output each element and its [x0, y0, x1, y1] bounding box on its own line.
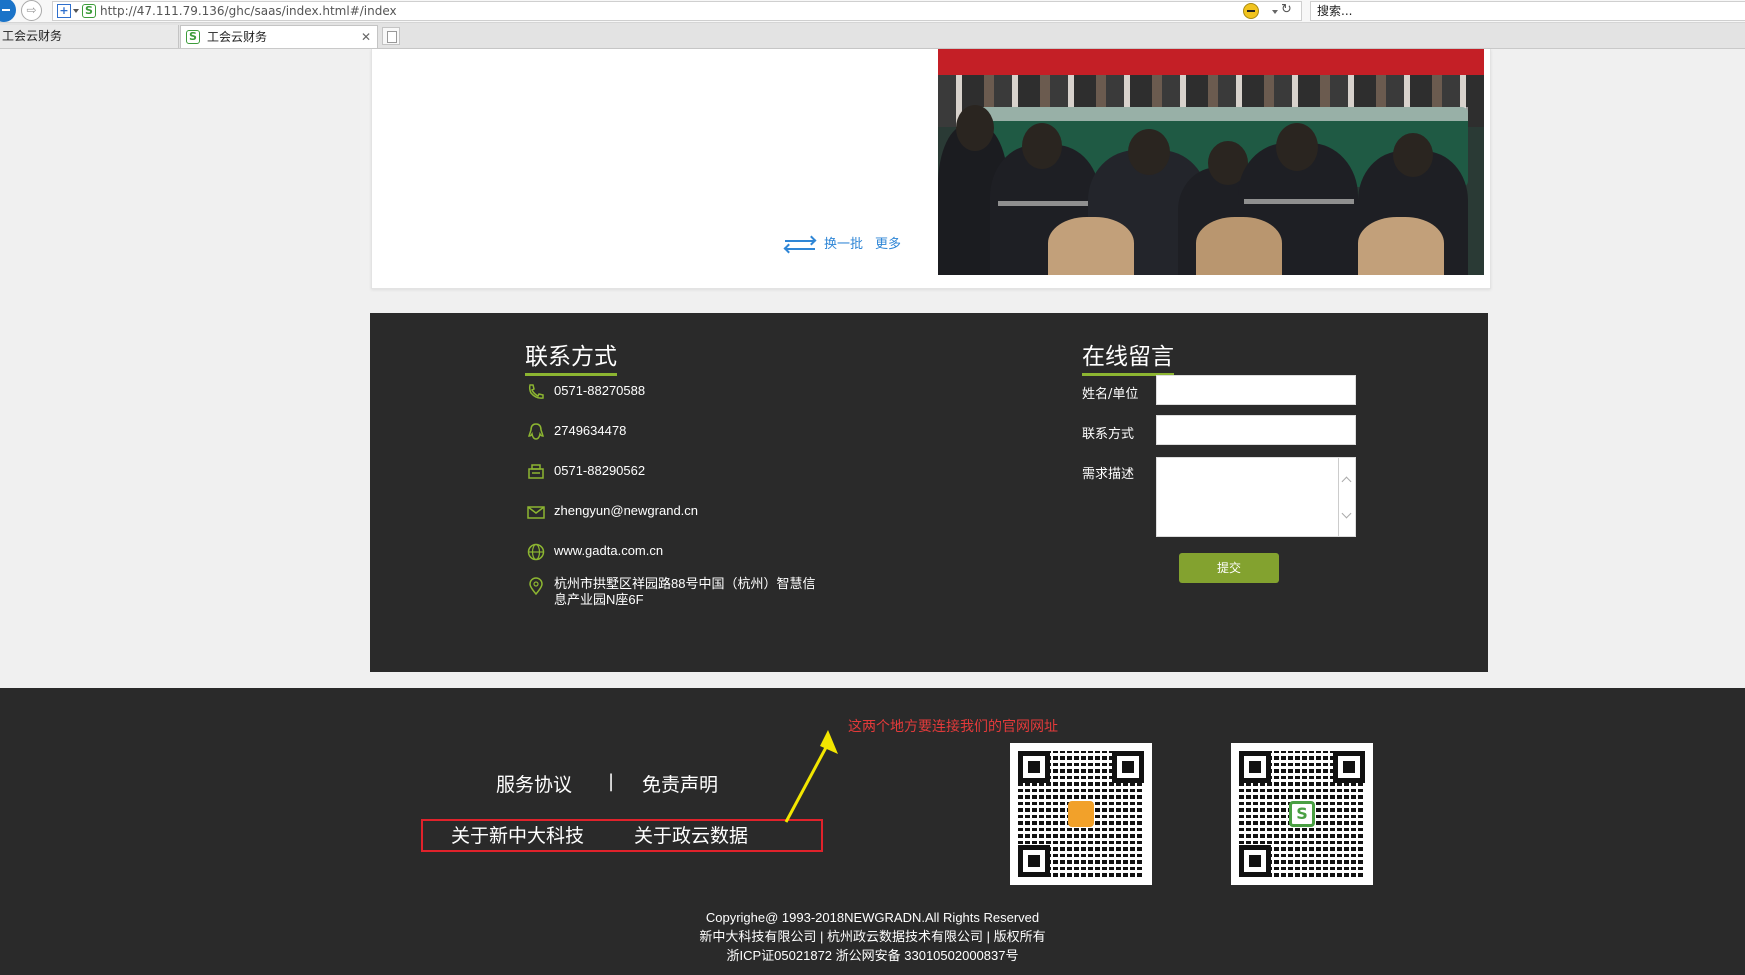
photo-chair [1196, 217, 1282, 275]
contact-address-text: 杭州市拱墅区祥园路88号中国（杭州）智慧信息产业园N座6F [554, 576, 816, 607]
photo-head [1128, 129, 1170, 175]
photo-stripe [998, 201, 1094, 206]
photo-head [956, 105, 994, 151]
annotation-text: 这两个地方要连接我们的官网网址 [848, 719, 1058, 735]
compatibility-icon[interactable] [1243, 3, 1259, 19]
tab-bar: 工会云财务 S 工会云财务 ✕ [0, 23, 1745, 49]
contact-qq: 2749634478 [526, 422, 626, 444]
fax-icon [528, 464, 544, 479]
qq-icon [527, 423, 545, 440]
refresh-icon[interactable]: ↻ [1281, 2, 1292, 17]
forward-button[interactable]: ⇨ [21, 0, 42, 21]
photo-stripe [1244, 199, 1354, 204]
contact-phone: 0571-88270588 [526, 382, 645, 404]
url-text[interactable]: http://47.111.79.136/ghc/saas/index.html… [100, 4, 397, 18]
about-zhengyun-link[interactable]: 关于政云数据 [634, 821, 748, 848]
shield-icon[interactable]: + [57, 4, 71, 18]
contact-value: 0571-88270588 [554, 383, 646, 398]
close-icon[interactable]: ✕ [361, 26, 371, 48]
qr-logo-icon [1068, 801, 1094, 827]
chevron-down-icon[interactable] [73, 9, 79, 13]
contact-value[interactable]: www.gadta.com.cn [554, 542, 663, 560]
contact-panel: 联系方式 0571-88270588 2749634478 0571-88290… [370, 313, 1488, 672]
phone-icon [528, 384, 544, 399]
copyright-line: Copyrighe@ 1993-2018NEWGRADN.All Rights … [705, 910, 1040, 925]
qr-code-newgrand [1010, 743, 1152, 885]
site-favicon-icon: S [186, 30, 200, 44]
service-agreement-link[interactable]: 服务协议 [496, 770, 572, 797]
contact-web: www.gadta.com.cn [526, 542, 663, 564]
icp-line: 浙ICP证05021872 浙公网安备 33010502000837号 [726, 948, 1019, 963]
tab-active[interactable]: S 工会云财务 ✕ [180, 25, 378, 48]
contact-value: 0571-88290562 [554, 463, 646, 478]
message-title: 在线留言 [1082, 337, 1174, 376]
tab-label: 工会云财务 [207, 30, 268, 44]
mail-icon [527, 506, 545, 519]
name-field[interactable] [1156, 375, 1356, 405]
contact-fax: 0571-88290562 [526, 462, 645, 484]
photo-banner [938, 49, 1484, 75]
footer: 服务协议 | 免责声明 关于新中大科技 关于政云数据 这两个地方要连接我们的官网… [0, 688, 1745, 975]
about-newgrand-link[interactable]: 关于新中大科技 [451, 821, 584, 848]
annotation-arrow-icon [784, 730, 838, 823]
location-icon [529, 577, 543, 596]
qr-code-zhengyun: S [1231, 743, 1373, 885]
browser-search-input[interactable]: 搜索... [1310, 1, 1745, 21]
photo-chair [1358, 217, 1444, 275]
new-tab-button[interactable] [382, 27, 400, 45]
more-link[interactable]: 更多 [875, 233, 901, 252]
meeting-photo[interactable] [938, 49, 1484, 275]
contact-mail: zhengyun@newgrand.cn [526, 502, 698, 524]
change-batch-link[interactable]: 换一批 [824, 233, 863, 252]
photo-chair [1048, 217, 1134, 275]
photo-head [1022, 123, 1062, 169]
tab-inactive[interactable]: 工会云财务 [0, 25, 179, 48]
footer-separator: | [608, 771, 615, 792]
description-textarea[interactable] [1156, 457, 1356, 537]
disclaimer-link[interactable]: 免责声明 [642, 770, 718, 797]
back-button[interactable] [0, 0, 16, 22]
company-line: 新中大科技有限公司 | 杭州政云数据技术有限公司 | 版权所有 [699, 929, 1046, 944]
contact-value: 2749634478 [554, 423, 627, 438]
tab-label: 工会云财务 [2, 29, 63, 43]
contact-address: 杭州市拱墅区祥园路88号中国（杭州）智慧信息产业园N座6F [526, 576, 824, 607]
textarea-scrollbar[interactable] [1338, 458, 1355, 536]
contact-label: 联系方式 [1082, 427, 1135, 442]
site-favicon-icon: S [82, 4, 96, 18]
contact-title: 联系方式 [525, 337, 617, 376]
photo-head [1393, 133, 1433, 177]
name-label: 姓名/单位 [1082, 387, 1139, 402]
address-bar: ⇨ + S http://47.111.79.136/ghc/saas/inde… [0, 0, 1745, 23]
photo-head [1276, 123, 1318, 171]
globe-icon [527, 543, 545, 561]
submit-button[interactable]: 提交 [1179, 553, 1279, 583]
swap-icon[interactable] [783, 235, 817, 254]
url-dropdown-icon[interactable] [1272, 10, 1278, 14]
contact-value: zhengyun@newgrand.cn [554, 503, 699, 518]
copyright-block: Copyrighe@ 1993-2018NEWGRADN.All Rights … [0, 908, 1745, 965]
qr-logo-icon: S [1289, 801, 1315, 827]
description-label: 需求描述 [1082, 467, 1135, 482]
url-field[interactable]: + S http://47.111.79.136/ghc/saas/index.… [52, 1, 1302, 21]
contact-field[interactable] [1156, 415, 1356, 445]
